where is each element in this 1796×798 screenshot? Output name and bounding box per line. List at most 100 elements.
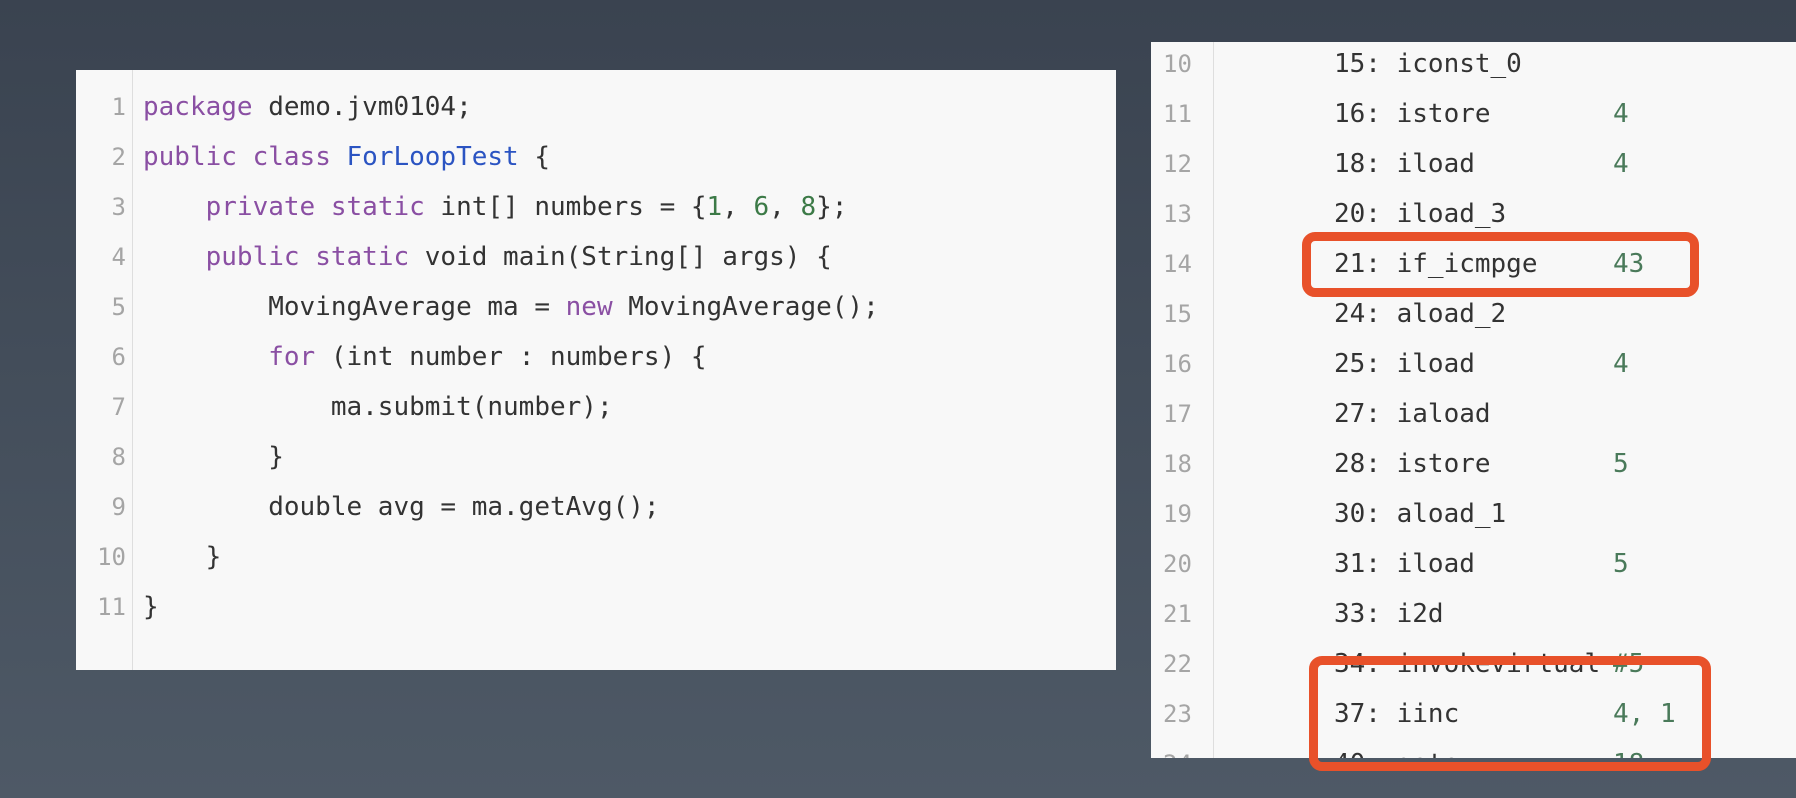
code-token: for [268,342,316,372]
source-line: 4 public static void main(String[] args)… [76,232,1116,282]
code-text: } [143,532,222,582]
code-text: } [143,582,159,632]
code-token: 1 [706,192,723,222]
code-token: { [518,142,551,172]
code-token: void main(String[] args) { [409,242,832,272]
line-number: 20 [1163,550,1192,578]
code-text: } [143,432,284,482]
line-number: 5 [111,293,126,321]
line-number: 19 [1163,500,1192,528]
source-line: 9 double avg = ma.getAvg(); [76,482,1116,532]
line-number: 10 [1163,50,1192,78]
bytecode-instruction: 28: istore [1334,449,1491,479]
code-token: } [143,542,222,572]
code-token: , [722,192,754,222]
source-line: 7 ma.submit(number); [76,382,1116,432]
code-token: static [330,192,425,222]
code-token: MovingAverage(); [612,292,879,322]
code-token: ma.submit(number); [143,392,613,422]
code-token: int[] numbers = { [424,192,707,222]
line-number: 8 [111,443,126,471]
source-line: 3 private static int[] numbers = {1, 6, … [76,182,1116,232]
bytecode-line: 21 33: i2d [1151,589,1796,639]
line-number: 10 [97,543,126,571]
line-number: 1 [111,93,126,121]
source-line: 6 for (int number : numbers) { [76,332,1116,382]
bytecode-line: 12 18: iload 4 [1151,139,1796,189]
bytecode-instruction: 16: istore [1334,99,1491,129]
highlight-box-iinc-goto [1309,656,1711,771]
line-number: 24 [1163,739,1192,758]
line-number: 6 [111,343,126,371]
source-line: 11} [76,582,1116,632]
code-token: public [143,142,237,172]
source-line: 10 } [76,532,1116,582]
bytecode-instruction: 33: i2d [1334,599,1444,629]
code-token: }; [816,192,848,222]
code-token: static [315,242,410,272]
bytecode-instruction: 15: iconst_0 [1334,49,1522,79]
line-number: 22 [1163,650,1192,678]
code-text: ma.submit(number); [143,382,613,432]
code-token: 8 [800,192,817,222]
code-token: package [143,92,253,122]
code-token: MovingAverage ma = [143,292,566,322]
code-token: 6 [753,192,770,222]
line-number: 4 [111,243,126,271]
code-token: demo.jvm0104; [252,92,472,122]
bytecode-line: 19 30: aload_1 [1151,489,1796,539]
code-token: , [769,192,801,222]
bytecode-line: 10 15: iconst_0 [1151,42,1796,89]
bytecode-operand: 4 [1613,99,1629,129]
line-number: 3 [111,193,126,221]
line-number: 16 [1163,350,1192,378]
source-code-panel: 1 package demo.jvm0104; 2 public class ForL… [76,70,1116,670]
line-number: 18 [1163,450,1192,478]
code-token: (int number : numbers) { [315,342,707,372]
bytecode-instruction: 18: iload [1334,149,1475,179]
bytecode-instruction: 25: iload [1334,349,1475,379]
bytecode-operand: 5 [1613,449,1629,479]
code-token: class [252,142,331,172]
code-token: private [205,192,316,222]
bytecode-operand: 5 [1613,549,1629,579]
line-number: 12 [1163,150,1192,178]
highlight-box-if-icmpge [1302,232,1699,297]
line-number: 9 [111,493,126,521]
line-number: 23 [1163,700,1192,728]
bytecode-line: 17 27: iaload [1151,389,1796,439]
bytecode-instruction: 27: iaload [1334,399,1491,429]
code-token: public [205,242,300,272]
bytecode-panel: 10 15: iconst_0 11 16: istore 4 12 18: iload 4 1… [1151,42,1796,758]
line-number: 7 [111,393,126,421]
code-token: double avg = ma.getAvg(); [143,492,660,522]
line-number: 11 [97,593,126,621]
bytecode-instruction: 30: aload_1 [1334,499,1507,529]
line-number: 14 [1163,250,1192,278]
code-text: for (int number : numbers) { [143,332,707,382]
bytecode-line: 16 25: iload 4 [1151,339,1796,389]
line-number: 2 [111,143,126,171]
bytecode-line: 18 28: istore 5 [1151,439,1796,489]
code-text: public class ForLoopTest { [143,132,550,182]
bytecode-line: 20 31: iload 5 [1151,539,1796,589]
code-token: } [143,592,159,622]
bytecode-line: 11 16: istore 4 [1151,89,1796,139]
code-token: } [143,442,284,472]
line-number: 11 [1163,100,1192,128]
code-text: package demo.jvm0104; [143,82,472,132]
source-line: 5 MovingAverage ma = new MovingAverage()… [76,282,1116,332]
code-text: double avg = ma.getAvg(); [143,482,660,532]
line-number: 15 [1163,300,1192,328]
source-line: 2 public class ForLoopTest { [76,132,1116,182]
line-number: 13 [1163,200,1192,228]
code-text: MovingAverage ma = new MovingAverage(); [143,282,879,332]
bytecode-operand: 4 [1613,349,1629,379]
